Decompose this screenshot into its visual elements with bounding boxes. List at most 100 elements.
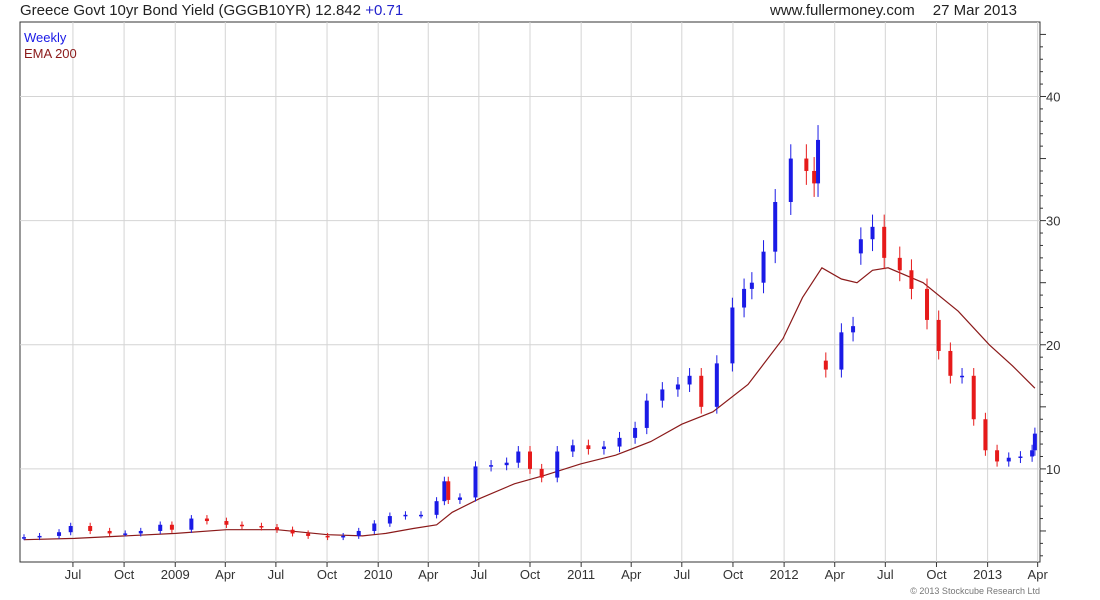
x-tick-label: Apr: [825, 567, 846, 582]
x-tick-label: 2010: [364, 567, 393, 582]
weekly-bar: [858, 239, 863, 254]
weekly-series: [22, 125, 1037, 541]
weekly-bar: [983, 419, 988, 451]
weekly-bar: [555, 451, 560, 478]
weekly-bar: [633, 427, 638, 438]
x-tick-label: 2011: [567, 567, 595, 582]
x-tick-label: 2009: [161, 567, 190, 582]
weekly-bar: [730, 307, 735, 364]
weekly-bar: [773, 202, 778, 252]
weekly-bar: [306, 533, 311, 536]
weekly-bar: [839, 332, 844, 370]
weekly-bar: [617, 437, 622, 447]
weekly-bar: [107, 530, 112, 534]
grid-lines: [20, 22, 1040, 562]
y-tick-label: 10: [1046, 462, 1060, 477]
weekly-bar: [169, 524, 174, 530]
weekly-bar: [816, 139, 821, 184]
weekly-bar: [356, 530, 361, 536]
weekly-bar: [22, 537, 26, 539]
y-tick-label: 20: [1046, 338, 1060, 353]
weekly-bar: [909, 270, 914, 289]
weekly-bar: [504, 462, 509, 466]
weekly-bar: [644, 400, 649, 428]
x-tick-label: Oct: [520, 567, 541, 582]
weekly-bar: [788, 158, 793, 202]
x-tick-label: Oct: [317, 567, 338, 582]
x-tick-label: Jul: [877, 567, 894, 582]
weekly-bar: [68, 526, 73, 533]
weekly-bar: [687, 375, 692, 385]
weekly-bar: [239, 524, 244, 527]
y-tick-label: 40: [1046, 89, 1060, 104]
weekly-bar: [948, 350, 953, 376]
weekly-bar: [37, 535, 42, 538]
weekly-bar: [387, 516, 392, 524]
x-tick-label: 2012: [770, 567, 799, 582]
weekly-bar: [341, 535, 346, 538]
x-tick-label: Apr: [215, 567, 236, 582]
weekly-bar: [419, 514, 424, 517]
x-tick-label: Jul: [65, 567, 82, 582]
weekly-bar: [812, 170, 817, 184]
weekly-bar: [539, 468, 544, 478]
x-tick-label: Jul: [268, 567, 285, 582]
yield-chart: Jul Oct 2009 Apr Jul Oct 2010 Apr Jul Oct 2011 Apr J…: [19, 21, 1060, 596]
weekly-bar: [971, 375, 976, 420]
weekly-bar: [897, 257, 902, 271]
weekly-bar: [189, 518, 194, 530]
weekly-bar: [434, 501, 439, 515]
x-tick-label: Jul: [471, 567, 488, 582]
weekly-bar: [660, 389, 665, 401]
weekly-bar: [586, 445, 591, 450]
weekly-bar: [516, 451, 521, 463]
legend-weekly: Weekly: [24, 30, 67, 45]
weekly-bar: [446, 481, 451, 500]
weekly-bar: [259, 526, 264, 528]
x-tick-label: Apr: [621, 567, 642, 582]
x-tick-label: Oct: [114, 567, 135, 582]
weekly-bar: [960, 375, 965, 378]
weekly-bar: [204, 518, 209, 522]
x-axis: Jul Oct 2009 Apr Jul Oct 2010 Apr Jul Oct 2011 Apr J…: [65, 562, 1049, 582]
weekly-bar: [158, 524, 163, 531]
y-tick-label: 30: [1046, 214, 1060, 229]
weekly-bar: [601, 446, 606, 450]
weekly-bar: [936, 319, 941, 351]
x-tick-label: 2013: [973, 567, 1002, 582]
weekly-bar: [325, 535, 330, 538]
y-axis: 10 20 30 40: [1040, 33, 1060, 557]
weekly-bar: [473, 466, 478, 498]
legend-ema-200: EMA 200: [24, 46, 77, 61]
weekly-bar: [88, 526, 93, 531]
x-tick-label: Oct: [723, 567, 744, 582]
weekly-bar: [1018, 456, 1023, 458]
weekly-bar: [675, 384, 680, 390]
weekly-bar: [925, 288, 930, 320]
weekly-bar: [742, 288, 747, 308]
weekly-bar: [761, 251, 766, 283]
weekly-bar: [528, 451, 532, 469]
weekly-bar: [123, 533, 128, 535]
x-tick-label: Jul: [673, 567, 690, 582]
weekly-bar: [489, 465, 494, 467]
weekly-bar: [442, 481, 447, 502]
weekly-bar: [995, 450, 1000, 462]
weekly-bar: [57, 532, 62, 536]
weekly-bar: [749, 282, 754, 289]
x-tick-label: Oct: [926, 567, 947, 582]
weekly-bar: [804, 158, 809, 171]
weekly-bar: [1032, 433, 1037, 451]
weekly-bar: [138, 530, 143, 534]
weekly-bar: [224, 521, 229, 525]
weekly-bar: [372, 523, 377, 531]
x-tick-label: Apr: [418, 567, 439, 582]
copyright-note: © 2013 Stockcube Research Ltd: [910, 586, 1040, 596]
weekly-bar: [570, 445, 575, 452]
weekly-bar: [1006, 457, 1011, 462]
x-tick-label: Apr: [1028, 567, 1049, 582]
weekly-bar: [882, 226, 887, 258]
weekly-bar: [1030, 450, 1035, 457]
weekly-bar: [457, 497, 462, 500]
weekly-bar: [870, 226, 875, 240]
